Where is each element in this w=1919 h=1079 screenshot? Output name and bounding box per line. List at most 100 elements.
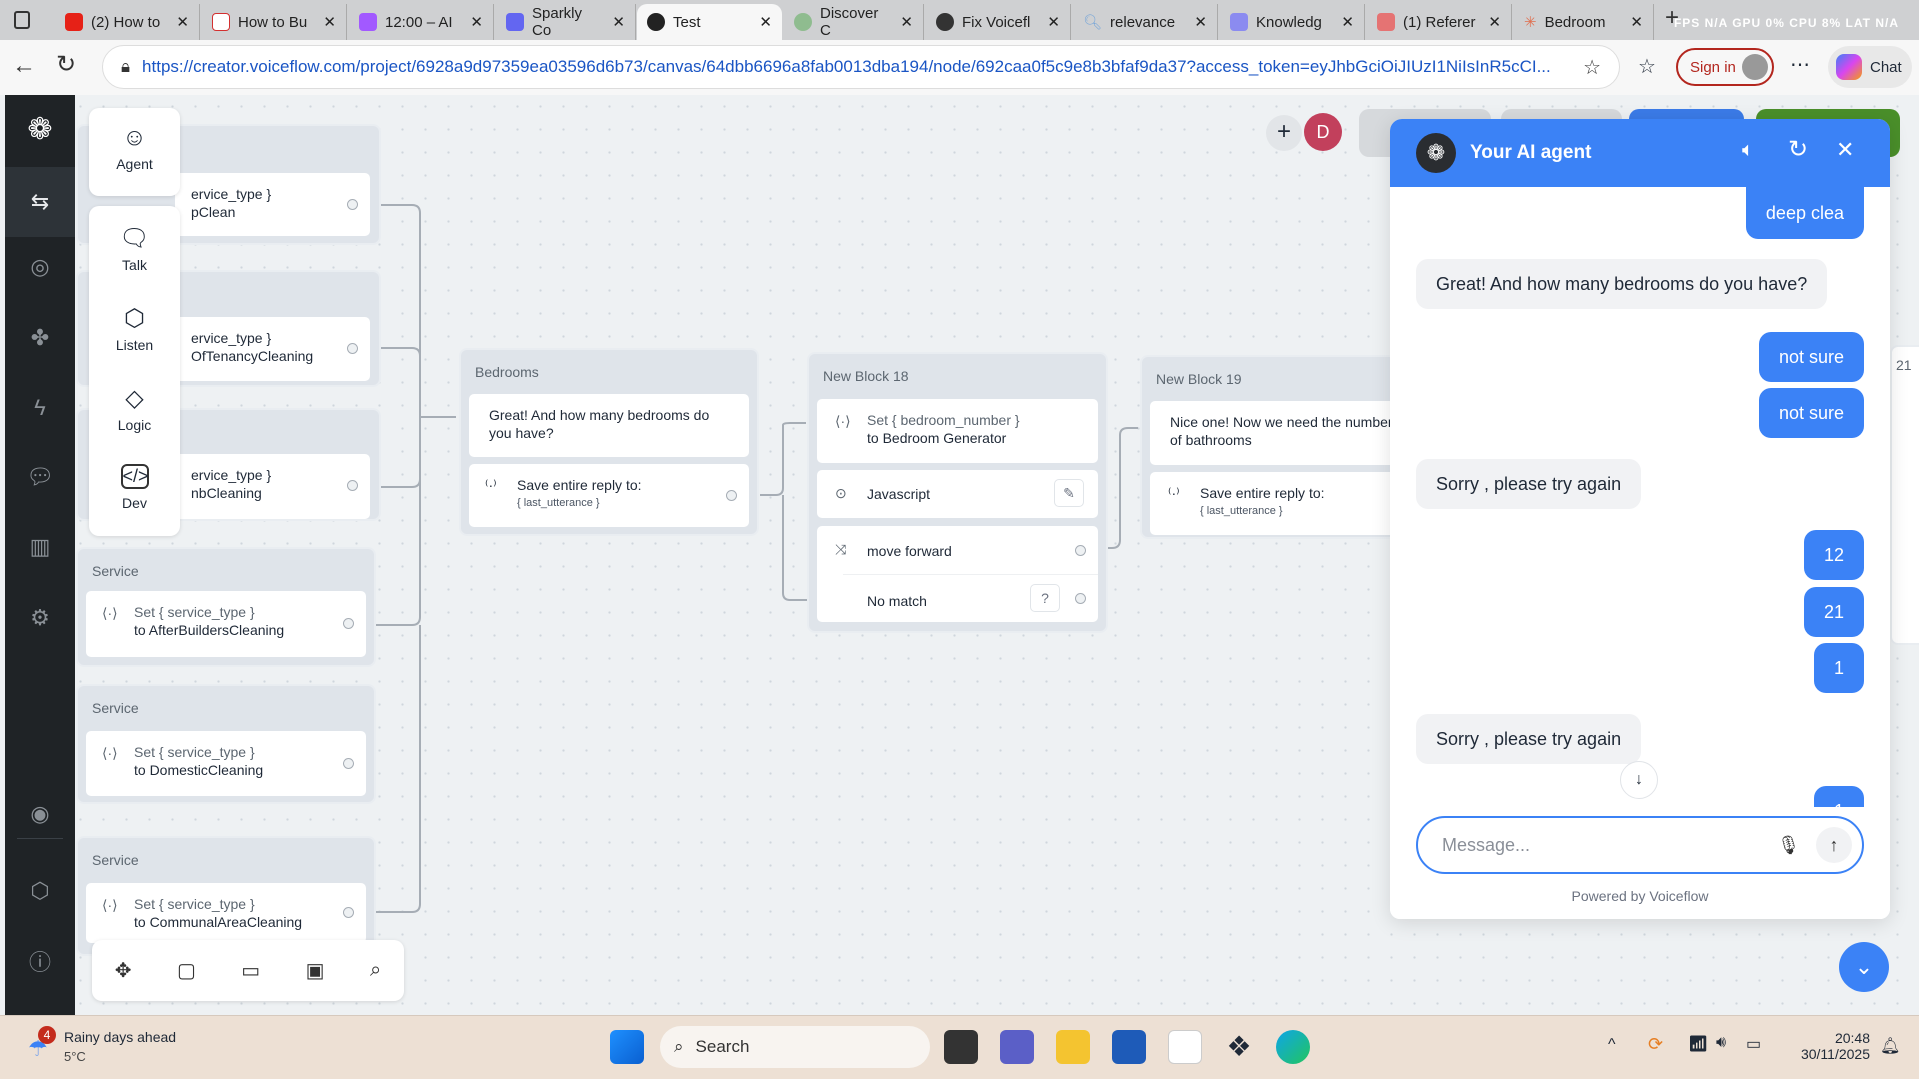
wifi-icon[interactable]: 📶︎: [1688, 1034, 1708, 1054]
add-collaborator-button[interactable]: +: [1266, 115, 1302, 151]
output-port[interactable]: [343, 758, 354, 769]
tab-test[interactable]: Test ✕: [637, 4, 782, 40]
tab-figma[interactable]: 12:00 – AI ✕: [349, 4, 494, 40]
tab-discover[interactable]: Discover C ✕: [784, 4, 924, 40]
send-button[interactable]: ↑: [1816, 827, 1852, 863]
output-port[interactable]: [1075, 593, 1086, 604]
windows-taskbar: ☂ 4 Rainy days ahead 5°C ⌕ Search ❖ ^ ⟳ 📶…: [0, 1015, 1919, 1079]
sound-icon[interactable]: 🔈︎: [1742, 139, 1754, 162]
start-button[interactable]: [610, 1030, 644, 1064]
close-tab-icon[interactable]: ✕: [1488, 13, 1501, 31]
tab-bedroom[interactable]: ✳ Bedroom ✕: [1514, 4, 1654, 40]
scroll-down-button[interactable]: ↓: [1620, 761, 1658, 799]
tab-sparkly[interactable]: Sparkly Co ✕: [496, 4, 636, 40]
set-step[interactable]: ⟨·⟩ Set { service_type } to DomesticCleani…: [86, 731, 366, 796]
user-message: 12: [1803, 530, 1864, 580]
close-tab-icon[interactable]: ✕: [1341, 13, 1354, 31]
notifications-icon[interactable]: 🔔︎: [1880, 1036, 1900, 1056]
copilot-chat-button[interactable]: Chat: [1828, 46, 1912, 88]
taskbar-search[interactable]: ⌕ Search: [660, 1026, 930, 1068]
clock[interactable]: 20:48 30/11/2025: [1790, 1030, 1870, 1062]
set-step[interactable]: ervice_type } OfTenancyCleaning: [175, 317, 370, 381]
tray-overflow-icon[interactable]: ^: [1608, 1036, 1616, 1054]
palette-listen[interactable]: ⬡ Listen: [89, 304, 180, 353]
tab-relevance[interactable]: 🔍︎ relevance ✕: [1073, 4, 1218, 40]
set-step[interactable]: ⟨·⟩ Set { bedroom_number } to Bedroom Gene…: [817, 399, 1098, 463]
favorites-icon[interactable]: ☆: [1638, 54, 1656, 79]
message-input[interactable]: Message... 🎙︎ ↑: [1416, 816, 1864, 874]
file-explorer-icon[interactable]: [1056, 1030, 1090, 1064]
tab-knowledge[interactable]: Knowledg ✕: [1220, 4, 1365, 40]
close-tab-icon[interactable]: ✕: [176, 13, 189, 31]
output-port[interactable]: [347, 343, 358, 354]
set-step[interactable]: ervice_type } nbCleaning: [175, 454, 370, 519]
store-icon[interactable]: [1112, 1030, 1146, 1064]
edit-code-icon[interactable]: ✎: [1054, 479, 1084, 507]
tab-fix-voiceflow[interactable]: Fix Voicefl ✕: [926, 4, 1071, 40]
talk-step[interactable]: Great! And how many bedrooms do you have…: [469, 394, 749, 457]
capture-step[interactable]: ⁽·⁾ Save entire reply to:{ last_utterance…: [1150, 472, 1410, 535]
reload-button[interactable]: ↻: [56, 50, 76, 79]
close-tab-icon[interactable]: ✕: [1047, 13, 1060, 31]
close-tab-icon[interactable]: ✕: [612, 13, 625, 31]
weather-widget[interactable]: ☂ 4 Rainy days ahead 5°C: [22, 1026, 202, 1070]
tab-actions-icon[interactable]: [14, 11, 30, 29]
close-tab-icon[interactable]: ✕: [1194, 13, 1207, 31]
no-match-help-icon[interactable]: ?: [1030, 584, 1060, 612]
components-icon[interactable]: ✥: [115, 958, 132, 983]
output-port[interactable]: [347, 199, 358, 210]
volume-icon[interactable]: 🔊︎: [1716, 1034, 1726, 1052]
restart-icon[interactable]: ↻: [1788, 135, 1808, 164]
set-step[interactable]: ⟨·⟩ Set { service_type } to AfterBuildersC…: [86, 591, 366, 657]
sign-in-button[interactable]: Sign in: [1676, 48, 1774, 86]
more-icon[interactable]: ⋯: [1790, 52, 1810, 77]
output-port[interactable]: [726, 490, 737, 501]
palette-dev[interactable]: </> Dev: [89, 464, 180, 511]
tab-youtube[interactable]: (2) How to ✕: [55, 4, 200, 40]
branch-icon: ⤨: [835, 541, 847, 557]
image-icon[interactable]: ▣: [306, 958, 325, 983]
palette-agent[interactable]: ☺ Agent: [89, 124, 180, 172]
close-tab-icon[interactable]: ✕: [1630, 13, 1643, 31]
back-button[interactable]: ←: [12, 52, 36, 80]
note-icon[interactable]: ▢: [177, 958, 196, 983]
url-field[interactable]: 🔒︎ https://creator.voiceflow.com/project/…: [102, 45, 1620, 89]
output-port[interactable]: [343, 907, 354, 918]
tab-reference[interactable]: (1) Referer ✕: [1367, 4, 1512, 40]
site-info-icon[interactable]: 🔒︎: [121, 57, 130, 77]
choice-step[interactable]: ⤨ move forward No match ?: [817, 526, 1098, 622]
set-step[interactable]: ervice_type } pClean: [175, 173, 370, 236]
address-bar-row: ← ↻ 🔒︎ https://creator.voiceflow.com/proj…: [0, 40, 1919, 95]
close-tab-icon[interactable]: ✕: [323, 13, 336, 31]
output-port[interactable]: [347, 480, 358, 491]
set-step[interactable]: ⟨·⟩ Set { service_type } to CommunalAreaCl…: [86, 883, 366, 943]
palette-talk[interactable]: 🗨︎ Talk: [89, 224, 180, 273]
chat-launcher-button[interactable]: ⌄: [1839, 942, 1889, 992]
sync-icon[interactable]: ⟳: [1648, 1034, 1663, 1055]
user-message: 1: [1813, 643, 1864, 693]
battery-icon[interactable]: ▭: [1746, 1034, 1761, 1054]
comment-icon[interactable]: ▭: [241, 958, 260, 983]
user-avatar[interactable]: D: [1304, 113, 1342, 151]
close-tab-icon[interactable]: ✕: [470, 13, 483, 31]
microphone-icon[interactable]: 🎙︎: [1777, 835, 1800, 856]
search-icon[interactable]: ⌕: [370, 959, 381, 982]
teams-icon[interactable]: [1000, 1030, 1034, 1064]
talk-step[interactable]: Nice one! Now we need the number of bath…: [1150, 401, 1410, 465]
output-port[interactable]: [1075, 545, 1086, 556]
javascript-step[interactable]: ⊙ Javascript ✎: [817, 470, 1098, 518]
capture-icon: ⁽·⁾: [485, 477, 497, 493]
close-tab-icon[interactable]: ✕: [759, 13, 772, 31]
palette-logic[interactable]: ◇ Logic: [89, 384, 180, 433]
tab-how-to-build[interactable]: How to Bu ✕: [202, 4, 347, 40]
output-port[interactable]: [343, 618, 354, 629]
notepad-icon[interactable]: [1168, 1030, 1202, 1064]
favorite-star-icon[interactable]: ☆: [1583, 55, 1601, 80]
edge-icon[interactable]: [1276, 1030, 1310, 1064]
close-tab-icon[interactable]: ✕: [900, 13, 913, 31]
task-view-icon[interactable]: [944, 1030, 978, 1064]
close-icon[interactable]: ✕: [1836, 137, 1854, 163]
block-21[interactable]: 21: [1890, 345, 1919, 645]
dropbox-icon[interactable]: ❖: [1222, 1030, 1256, 1064]
capture-step[interactable]: ⁽·⁾ Save entire reply to:{ last_utterance…: [469, 464, 749, 527]
